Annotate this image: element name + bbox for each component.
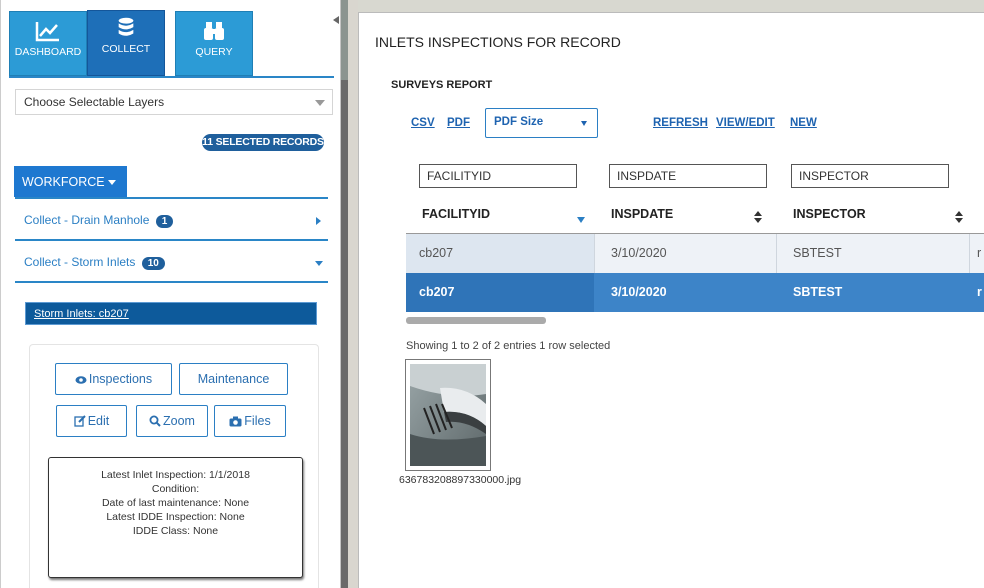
column-header-label: INSPDATE	[611, 207, 674, 221]
tab-query-label: QUERY	[195, 46, 233, 58]
column-divider	[594, 234, 595, 273]
table-row[interactable]: cb207 3/10/2020 SBTEST r	[406, 234, 984, 273]
column-divider	[776, 234, 777, 273]
chevron-right-icon	[316, 217, 321, 225]
sort-icon	[955, 211, 963, 223]
inspdate-filter[interactable]	[609, 164, 767, 188]
maintenance-button[interactable]: Maintenance	[179, 363, 288, 395]
inspections-dialog: INLETS INSPECTIONS FOR RECORD SURVEYS RE…	[358, 12, 984, 588]
tab-underline	[9, 76, 334, 78]
search-icon	[149, 415, 161, 427]
refresh-link[interactable]: REFRESH	[653, 117, 708, 129]
cell-inspector: SBTEST	[793, 285, 843, 299]
selectable-layers-dropdown[interactable]: Choose Selectable Layers	[15, 89, 333, 115]
storm-drain-photo	[410, 364, 486, 466]
maintenance-label: Maintenance	[197, 372, 270, 386]
col-inspdate[interactable]: INSPDATE	[611, 198, 771, 234]
eye-icon	[75, 376, 87, 384]
record-info-box: Latest Inlet Inspection: 1/1/2018 Condit…	[48, 457, 303, 578]
edit-icon	[74, 415, 86, 427]
table-horizontal-scrollbar[interactable]	[406, 317, 546, 324]
tab-collect-label: COLLECT	[101, 43, 151, 55]
tab-dashboard-label: DASHBOARD	[14, 46, 82, 58]
workforce-label: WORKFORCE	[22, 175, 105, 189]
storm-inlet-record-link[interactable]: Storm Inlets: cb207	[25, 302, 317, 325]
pdf-size-select[interactable]: PDF Size	[485, 108, 598, 138]
inspector-filter[interactable]	[791, 164, 949, 188]
left-panel: DASHBOARD COLLECT QUERY Choose Selectabl…	[0, 0, 340, 588]
col-facilityid[interactable]: FACILITYID	[422, 198, 592, 234]
panel-scrollbar[interactable]	[341, 80, 348, 588]
condition: Condition:	[151, 483, 200, 495]
inspections-button[interactable]: Inspections	[55, 363, 172, 395]
divider	[15, 281, 328, 283]
camera-icon	[229, 416, 242, 427]
latest-idde-inspection: Latest IDDE Inspection: None	[106, 511, 245, 523]
map-view[interactable]	[358, 0, 984, 12]
divider	[15, 239, 328, 241]
divider	[15, 197, 328, 199]
binoculars-icon	[204, 22, 224, 40]
sort-icon	[754, 211, 762, 223]
chevron-down-icon	[315, 261, 323, 266]
chevron-down-icon	[581, 121, 587, 126]
count-badge: 1	[155, 215, 174, 228]
cell-facilityid: cb207	[406, 273, 594, 312]
files-label: Files	[244, 414, 271, 428]
database-icon	[118, 17, 134, 36]
cell-inspector: SBTEST	[793, 246, 842, 260]
collapse-panel-icon[interactable]	[333, 16, 339, 24]
selectable-layers-value: Choose Selectable Layers	[24, 95, 165, 109]
cell-inspdate: 3/10/2020	[611, 285, 667, 299]
col-inspector[interactable]: INSPECTOR	[793, 198, 963, 234]
collect-storm-inlets[interactable]: Collect - Storm Inlets 10	[15, 243, 329, 281]
facilityid-filter[interactable]	[419, 164, 577, 188]
count-badge: 10	[141, 257, 165, 270]
csv-link[interactable]: CSV	[411, 117, 435, 129]
map-strip	[340, 0, 359, 588]
cell-overflow: r	[977, 285, 982, 299]
files-button[interactable]: Files	[214, 405, 286, 437]
storm-inlet-record-label: Storm Inlets: cb207	[34, 308, 129, 320]
caret-down-icon	[107, 180, 116, 186]
cell-facilityid: cb207	[406, 234, 594, 273]
attachment-thumbnail[interactable]	[405, 359, 491, 471]
edit-label: Edit	[87, 414, 110, 428]
new-link[interactable]: NEW	[790, 117, 817, 129]
inspections-label: Inspections	[88, 372, 153, 386]
line-chart-icon	[35, 22, 59, 42]
pdf-link[interactable]: PDF	[447, 117, 470, 129]
zoom-label: Zoom	[163, 414, 195, 428]
view-edit-link[interactable]: VIEW/EDIT	[716, 117, 775, 129]
attachment-filename: 636783208897330000.jpg	[399, 474, 522, 486]
table-info-text: Showing 1 to 2 of 2 entries 1 row select…	[406, 340, 611, 352]
column-divider	[969, 234, 970, 273]
collect-item-label: Collect - Drain Manhole	[24, 213, 150, 227]
cell-inspdate: 3/10/2020	[611, 246, 667, 260]
surveys-report-title: SURVEYS REPORT	[391, 79, 493, 91]
selected-records-badge[interactable]: 11 SELECTED RECORDS	[202, 134, 324, 151]
tab-query[interactable]: QUERY	[175, 11, 253, 76]
chevron-down-icon	[315, 100, 325, 106]
workforce-dropdown-button[interactable]: WORKFORCE	[14, 166, 127, 197]
pdf-size-value: PDF Size	[494, 116, 544, 128]
column-header-label: INSPECTOR	[793, 207, 866, 221]
zoom-button[interactable]: Zoom	[136, 405, 208, 437]
latest-inlet-inspection: Latest Inlet Inspection: 1/1/2018	[101, 469, 250, 481]
collect-item-label: Collect - Storm Inlets	[24, 255, 136, 269]
edit-button[interactable]: Edit	[56, 405, 127, 437]
idde-class: IDDE Class: None	[132, 525, 219, 537]
collect-drain-manhole[interactable]: Collect - Drain Manhole 1	[15, 201, 329, 239]
cell-overflow: r	[977, 246, 982, 260]
table-row-selected[interactable]: cb207 3/10/2020 SBTEST r	[406, 273, 984, 312]
dialog-title: INLETS INSPECTIONS FOR RECORD	[375, 34, 621, 50]
sort-desc-icon	[577, 217, 585, 223]
tab-dashboard[interactable]: DASHBOARD	[9, 11, 87, 76]
nav-tabs: DASHBOARD COLLECT QUERY	[9, 10, 334, 76]
column-header-label: FACILITYID	[422, 207, 491, 221]
last-maintenance: Date of last maintenance: None	[101, 497, 250, 509]
tab-collect[interactable]: COLLECT	[87, 10, 165, 76]
